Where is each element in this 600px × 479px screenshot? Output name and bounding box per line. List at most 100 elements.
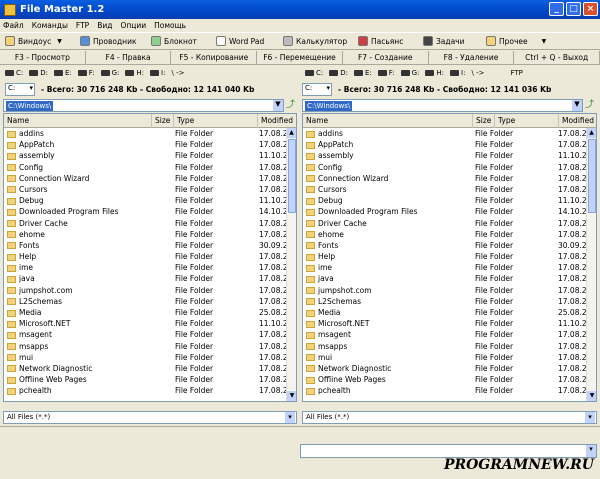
file-row[interactable]: Microsoft.NET File Folder 11.10.20 [303,318,596,329]
column-type[interactable]: Type [174,114,258,128]
close-button[interactable]: × [583,2,598,16]
left-path-input[interactable]: C:\Windows\ ▼ [3,99,284,112]
file-row[interactable]: Connection Wizard File Folder 17.08.20 [4,173,296,184]
drive-d-button[interactable]: D: [29,69,48,77]
file-row[interactable]: Config File Folder 17.08.20 [303,162,596,173]
file-row[interactable]: pchealth File Folder 17.08.20 [4,385,296,396]
drive-f-button[interactable]: F: [77,69,95,77]
scroll-thumb[interactable] [288,139,296,213]
file-row[interactable]: ime File Folder 17.08.20 [303,262,596,273]
drive-i-button[interactable]: I: [150,69,165,77]
f4-edit-button[interactable]: F4 - Правка [86,51,172,64]
file-row[interactable]: Downloaded Program Files File Folder 14.10… [4,206,296,217]
right-drive-select[interactable]: C: [302,83,332,96]
toolbar-other-button[interactable]: Прочее ▼ [486,36,566,46]
file-row[interactable]: jumpshot.com File Folder 17.08.20 [4,285,296,296]
toolbar-windows-button[interactable]: Виндоус ▼ [5,36,75,46]
right-scrollbar[interactable]: ▲ ▼ [586,128,596,401]
file-row[interactable]: L2Schemas File Folder 17.08.20 [303,296,596,307]
network-drive-button[interactable]: \ -> [171,69,184,77]
file-row[interactable]: ime File Folder 17.08.20 [4,262,296,273]
file-row[interactable]: Media File Folder 25.08.20 [303,307,596,318]
file-row[interactable]: Cursors File Folder 17.08.20 [4,184,296,195]
menu-view[interactable]: Вид [97,21,112,30]
file-row[interactable]: ehome File Folder 17.08.20 [4,229,296,240]
file-row[interactable]: msapps File Folder 17.08.20 [4,341,296,352]
toolbar-calculator-button[interactable]: Калькулятор [283,36,353,46]
scroll-thumb[interactable] [588,139,596,213]
file-row[interactable]: Media File Folder 25.08.20 [4,307,296,318]
menu-file[interactable]: Файл [3,21,24,30]
drive-d-button[interactable]: D: [329,69,348,77]
scroll-up-icon[interactable]: ▲ [287,128,296,138]
file-row[interactable]: java File Folder 17.08.20 [303,273,596,284]
drive-c-button[interactable]: C: [305,69,323,77]
toolbar-tasks-button[interactable]: Задачи [423,36,481,46]
toolbar-notepad-button[interactable]: Блокнот [151,36,211,46]
f6-move-button[interactable]: F6 - Перемещение [257,51,343,64]
file-row[interactable]: Fonts File Folder 30.09.20 [303,240,596,251]
file-row[interactable]: mui File Folder 17.08.20 [303,352,596,363]
folder-up-icon[interactable]: ⤴ [286,99,296,112]
file-row[interactable]: Connection Wizard File Folder 17.08.20 [303,173,596,184]
minimize-button[interactable]: _ [549,2,564,16]
f5-copy-button[interactable]: F5 - Копирование [171,51,258,64]
file-row[interactable]: addins File Folder 17.08.20 [303,128,596,139]
f3-view-button[interactable]: F3 - Просмотр [0,51,86,64]
ctrl-q-exit-button[interactable]: Ctrl + Q - Выход [514,51,600,64]
column-size[interactable]: Size [152,114,174,128]
file-row[interactable]: Network Diagnostic File Folder 17.08.20 [303,363,596,374]
column-name[interactable]: Name [303,114,473,128]
file-row[interactable]: jumpshot.com File Folder 17.08.20 [303,285,596,296]
scroll-down-icon[interactable]: ▼ [587,391,596,401]
left-drive-select[interactable]: C: [5,83,35,96]
drive-f-button[interactable]: F: [377,69,395,77]
file-row[interactable]: addins File Folder 17.08.20 [4,128,296,139]
toolbar-wordpad-button[interactable]: Word Pad [216,36,278,46]
scroll-down-icon[interactable]: ▼ [287,391,296,401]
drive-h-button[interactable]: H: [125,69,144,77]
column-modified[interactable]: Modified [559,114,596,128]
file-row[interactable]: AppPatch File Folder 17.08.20 [4,139,296,150]
file-row[interactable]: Fonts File Folder 30.09.20 [4,240,296,251]
menu-help[interactable]: Помощь [154,21,186,30]
file-row[interactable]: Offline Web Pages File Folder 17.08.20 [4,374,296,385]
drive-e-button[interactable]: E: [54,69,72,77]
file-row[interactable]: Config File Folder 17.08.20 [4,162,296,173]
ftp-button[interactable]: FTP [510,69,522,77]
folder-up-icon[interactable]: ⤴ [585,99,595,112]
drive-e-button[interactable]: E: [354,69,372,77]
drive-i-button[interactable]: I: [450,69,465,77]
file-row[interactable]: java File Folder 17.08.20 [4,273,296,284]
menu-ftp[interactable]: FTP [76,21,89,30]
file-row[interactable]: assembly File Folder 11.10.20 [4,150,296,161]
column-name[interactable]: Name [4,114,152,128]
file-row[interactable]: msagent File Folder 17.08.20 [4,329,296,340]
column-size[interactable]: Size [473,114,495,128]
drive-h-button[interactable]: H: [425,69,444,77]
drive-g-button[interactable]: G: [100,69,119,77]
file-row[interactable]: Offline Web Pages File Folder 17.08.20 [303,374,596,385]
column-type[interactable]: Type [495,114,559,128]
f8-delete-button[interactable]: F8 - Удаление [429,51,515,64]
left-scrollbar[interactable]: ▲ ▼ [286,128,296,401]
right-filter-select[interactable]: All Files (*.*) [302,411,597,424]
file-row[interactable]: msapps File Folder 17.08.20 [303,341,596,352]
chevron-down-icon[interactable]: ▼ [572,100,582,111]
chevron-down-icon[interactable]: ▼ [273,100,283,111]
file-row[interactable]: pchealth File Folder 17.08.20 [303,385,596,396]
command-line-input[interactable] [300,444,597,458]
file-row[interactable]: assembly File Folder 11.10.20 [303,150,596,161]
f7-create-button[interactable]: F7 - Создание [343,51,429,64]
left-filter-select[interactable]: All Files (*.*) [3,411,297,424]
menu-commands[interactable]: Команды [32,21,68,30]
maximize-button[interactable]: □ [566,2,581,16]
file-row[interactable]: Cursors File Folder 17.08.20 [303,184,596,195]
file-row[interactable]: Microsoft.NET File Folder 11.10.20 [4,318,296,329]
file-row[interactable]: Debug File Folder 11.10.20 [4,195,296,206]
network-drive-button[interactable]: \ -> [471,69,484,77]
file-row[interactable]: AppPatch File Folder 17.08.20 [303,139,596,150]
file-row[interactable]: Driver Cache File Folder 17.08.20 [303,218,596,229]
column-modified[interactable]: Modified [258,114,296,128]
file-row[interactable]: Debug File Folder 11.10.20 [303,195,596,206]
